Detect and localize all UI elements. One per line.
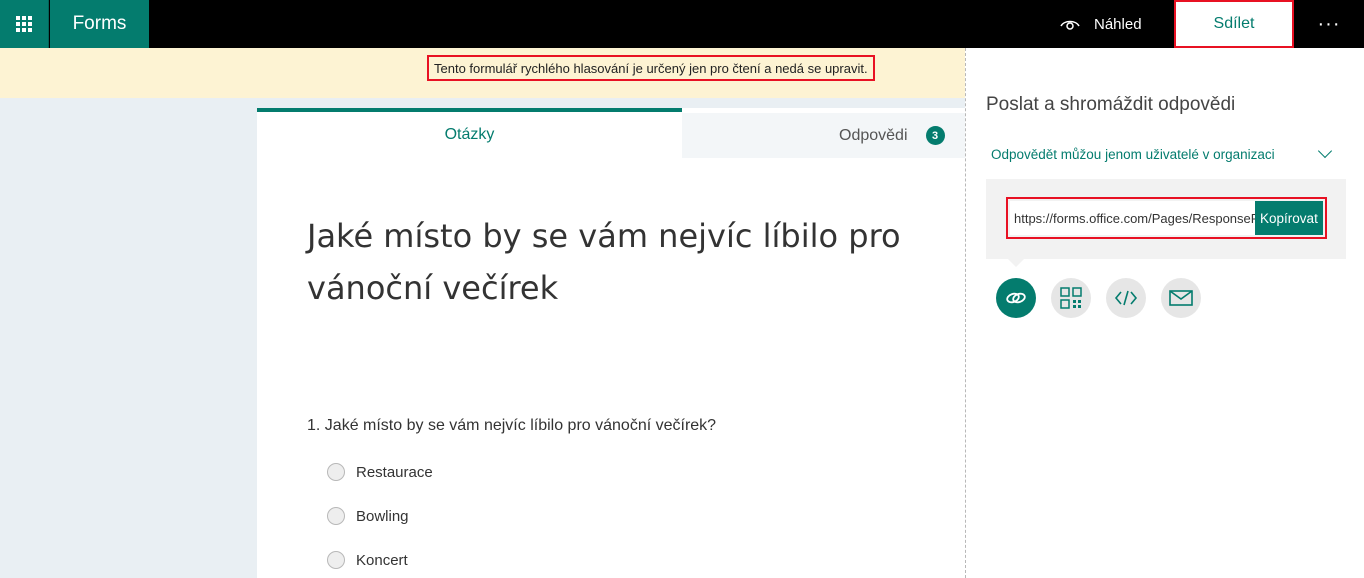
waffle-icon	[16, 16, 32, 32]
link-icon[interactable]	[996, 278, 1036, 318]
tab-questions[interactable]: Otázky	[257, 108, 682, 158]
option-bowling[interactable]: Bowling	[327, 506, 409, 526]
option-label: Koncert	[356, 551, 408, 569]
share-link-input[interactable]	[1010, 201, 1255, 235]
radio-button[interactable]	[327, 507, 345, 525]
share-panel: Poslat a shromáždit odpovědi Odpovědět m…	[965, 48, 1364, 578]
chevron-down-icon	[1317, 143, 1333, 159]
tab-responses[interactable]: Odpovědi 3	[682, 113, 966, 158]
tab-responses-label: Odpovědi	[839, 126, 908, 144]
share-label: Sdílet	[1213, 15, 1255, 32]
question-text: 1. Jaké místo by se vám nejvíc líbilo pr…	[307, 417, 717, 434]
email-icon[interactable]	[1161, 278, 1201, 318]
top-bar: Forms Náhled Sdílet ···	[0, 0, 1364, 48]
option-restaurace[interactable]: Restaurace	[327, 462, 433, 482]
preview-button[interactable]: Náhled	[1060, 0, 1142, 48]
share-panel-title: Poslat a shromáždit odpovědi	[986, 94, 1236, 115]
embed-code-icon[interactable]	[1106, 278, 1146, 318]
link-field-group: Kopírovat	[1006, 197, 1327, 239]
audience-dropdown[interactable]: Odpovědět můžou jenom uživatelé v organi…	[991, 143, 1336, 165]
form-title: Jaké místo by se vám nejvíc líbilo pro v…	[307, 217, 901, 307]
tab-questions-label: Otázky	[444, 126, 495, 143]
responses-count-badge: 3	[925, 126, 945, 145]
share-method-icons	[996, 278, 1201, 318]
audience-label: Odpovědět můžou jenom uživatelé v organi…	[991, 146, 1275, 162]
option-label: Bowling	[356, 507, 409, 525]
option-koncert[interactable]: Koncert	[327, 550, 408, 570]
form-card: Otázky Odpovědi 3 Jaké místo by se vám n…	[257, 108, 966, 578]
option-label: Restaurace	[356, 463, 433, 481]
radio-button[interactable]	[327, 463, 345, 481]
share-button[interactable]: Sdílet	[1174, 0, 1294, 48]
form-tabs: Otázky Odpovědi 3	[257, 108, 966, 158]
copy-label: Kopírovat	[1260, 210, 1318, 226]
app-launcher-button[interactable]	[0, 0, 49, 48]
eye-icon	[1060, 20, 1080, 30]
link-box: Kopírovat	[986, 179, 1346, 259]
more-icon: ···	[1317, 12, 1341, 35]
radio-button[interactable]	[327, 551, 345, 569]
preview-label: Náhled	[1094, 15, 1142, 33]
more-options-button[interactable]: ···	[1312, 0, 1346, 48]
qr-code-icon[interactable]	[1051, 278, 1091, 318]
read-only-message: Tento formulář rychlého hlasování je urč…	[427, 55, 875, 81]
copy-button[interactable]: Kopírovat	[1254, 201, 1323, 235]
app-name[interactable]: Forms	[50, 0, 149, 48]
link-box-pointer	[1008, 259, 1024, 267]
